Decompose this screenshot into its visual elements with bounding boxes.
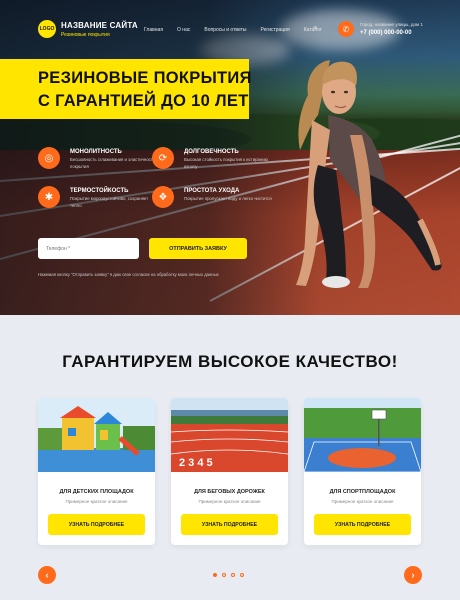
logo[interactable]: LOGO: [38, 20, 56, 38]
card-title: ДЛЯ БЕГОВЫХ ДОРОЖЕК: [194, 489, 265, 495]
card-running-tracks[interactable]: 2 3 4 5 ДЛЯ БЕГОВЫХ ДОРОЖЕК Примерное кр…: [171, 398, 288, 545]
feature-text: Высокая стойкость покрытия к истиранию и…: [184, 157, 268, 169]
feature-title: ТЕРМОСТОЙКОСТЬ: [70, 188, 129, 194]
phone-input[interactable]: [38, 238, 139, 259]
feature-text: Покрытие пропускает воду и легко чиститс…: [184, 196, 272, 201]
nav-item-registration[interactable]: Регистрация: [260, 27, 289, 33]
hero-headline: РЕЗИНОВЫЕ ПОКРЫТИЯ С ГАРАНТИЕЙ ДО 10 ЛЕТ: [0, 59, 252, 119]
address: Город, название улицы, дом 1: [360, 22, 423, 27]
feature-title: ДОЛГОВЕЧНОСТЬ: [184, 149, 239, 155]
nav-item-about[interactable]: О нас: [177, 27, 190, 33]
slider-dots: [213, 573, 244, 577]
consent-text: Нажимая кнопку "Отправить заявку" я даю …: [38, 272, 219, 277]
card-sports-grounds[interactable]: ДЛЯ СПОРТПЛОЩАДОК Примерное краткое опис…: [304, 398, 421, 545]
card-playgrounds[interactable]: ДЛЯ ДЕТСКИХ ПЛОЩАДОК Примерное краткое о…: [38, 398, 155, 545]
submit-request-button[interactable]: ОТПРАВИТЬ ЗАЯВКУ: [149, 238, 247, 259]
learn-more-button[interactable]: УЗНАТЬ ПОДРОБНЕЕ: [314, 514, 411, 535]
site-subtitle: Резиновые покрытия: [61, 32, 110, 38]
nav-item-home[interactable]: Главная: [144, 27, 163, 33]
feature-text: Покрытие морозоустойчиво, сохраняет тепл…: [70, 196, 149, 208]
card-description: Примерное краткое описание: [198, 499, 261, 504]
card-description: Примерное краткое описание: [331, 499, 394, 504]
feature-title: ПРОСТОТА УХОДА: [184, 188, 240, 194]
learn-more-button[interactable]: УЗНАТЬ ПОДРОБНЕЕ: [181, 514, 278, 535]
drop-icon: ❖: [152, 186, 174, 208]
nav-item-faq[interactable]: Вопросы и ответы: [204, 27, 246, 33]
headline-line-2: С ГАРАНТИЕЙ ДО 10 ЛЕТ: [38, 92, 249, 110]
chevron-right-icon[interactable]: ›: [404, 566, 422, 584]
slider-dot[interactable]: [231, 573, 235, 577]
site-name[interactable]: НАЗВАНИЕ САЙТА: [61, 21, 138, 30]
slider-dot[interactable]: [240, 573, 244, 577]
svg-text:2 3 4 5: 2 3 4 5: [179, 457, 213, 469]
playground-image: [38, 398, 155, 472]
clock-icon: ⟳: [152, 147, 174, 169]
slider-dot[interactable]: [222, 573, 226, 577]
feature-title: МОНОЛИТНОСТЬ: [70, 149, 122, 155]
card-description: Примерное краткое описание: [65, 499, 128, 504]
phone-icon[interactable]: ✆: [338, 21, 354, 37]
sports-court-image: [304, 398, 421, 472]
feature-text: Бесшовность сглаживания и эластичность п…: [70, 157, 155, 169]
learn-more-button[interactable]: УЗНАТЬ ПОДРОБНЕЕ: [48, 514, 145, 535]
headline-line-1: РЕЗИНОВЫЕ ПОКРЫТИЯ: [38, 69, 252, 87]
running-track-image: 2 3 4 5: [171, 398, 288, 472]
card-title: ДЛЯ СПОРТПЛОЩАДОК: [329, 489, 396, 495]
card-title: ДЛЯ ДЕТСКИХ ПЛОЩАДОК: [59, 489, 134, 495]
layers-icon: ◎: [38, 147, 60, 169]
slider-dot[interactable]: [213, 573, 217, 577]
chevron-left-icon[interactable]: ‹: [38, 566, 56, 584]
thermometer-icon: ✱: [38, 186, 60, 208]
phone-number[interactable]: +7 (000) 000-00-00: [360, 30, 412, 36]
main-nav: Главная О нас Вопросы и ответы Регистрац…: [144, 27, 336, 33]
section-title: ГАРАНТИРУЕМ ВЫСОКОЕ КАЧЕСТВО!: [62, 352, 398, 371]
menu-icon[interactable]: ≡: [313, 25, 317, 32]
